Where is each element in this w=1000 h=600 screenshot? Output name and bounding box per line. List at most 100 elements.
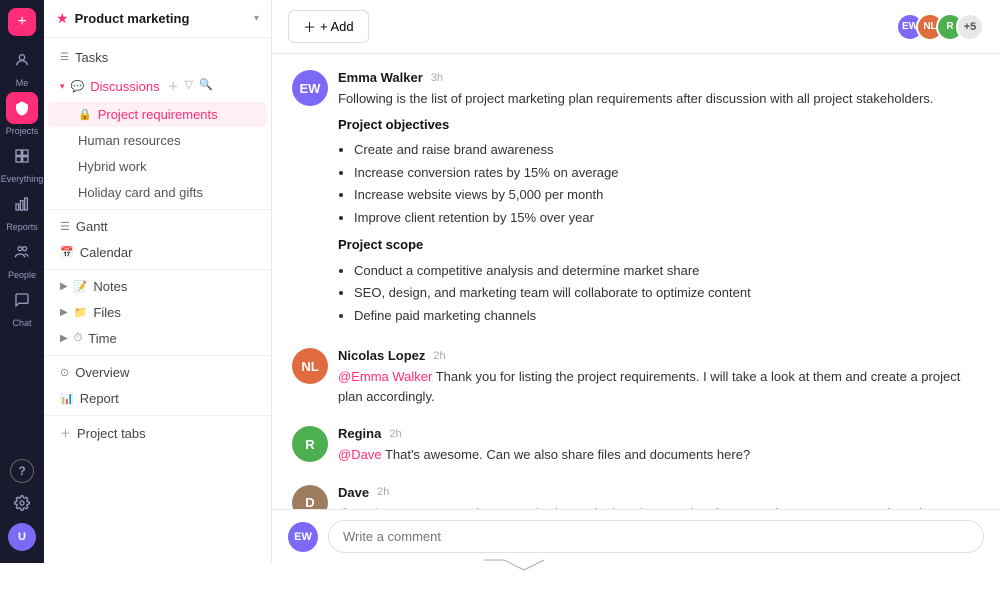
- nicolas-mention: @Emma Walker: [338, 369, 432, 384]
- people-label: People: [8, 270, 36, 280]
- files-label: Files: [93, 305, 255, 320]
- sidebar-divider-4: [44, 415, 271, 416]
- project-requirements-label: Project requirements: [98, 107, 255, 122]
- emma-header: Emma Walker 3h: [338, 70, 980, 85]
- help-icon[interactable]: ?: [10, 459, 34, 483]
- human-resources-label: Human resources: [78, 133, 255, 148]
- nicolas-avatar: NL: [292, 348, 328, 384]
- sidebar-item-holiday-card[interactable]: Holiday card and gifts: [48, 180, 267, 205]
- notes-label: Notes: [93, 279, 255, 294]
- comment-input[interactable]: [328, 520, 984, 553]
- sidebar-item-discussions[interactable]: ▾ 💬 Discussions ＋ ▽ 🔍: [48, 71, 267, 101]
- time-label: Time: [88, 331, 255, 346]
- sidebar-item-report[interactable]: 📊 Report: [48, 386, 267, 411]
- regina-avatar: R: [292, 426, 328, 462]
- chat-label: Chat: [12, 318, 31, 328]
- regina-message-text: @Dave That's awesome. Can we also share …: [338, 445, 980, 465]
- discussions-actions: ＋ ▽ 🔍: [166, 76, 215, 96]
- icon-group-me: Me: [6, 44, 38, 88]
- sidebar-divider-2: [44, 269, 271, 270]
- regina-author: Regina: [338, 426, 381, 441]
- objective-2: Increase conversion rates by 15% on aver…: [354, 163, 980, 183]
- discussions-label: Discussions: [90, 79, 159, 94]
- emma-intro: Following is the list of project marketi…: [338, 89, 980, 109]
- everything-label: Everything: [1, 174, 44, 184]
- chat-icon[interactable]: [6, 284, 38, 316]
- overview-label: Overview: [75, 365, 255, 380]
- reports-label: Reports: [6, 222, 38, 232]
- objective-4: Improve client retention by 15% over yea…: [354, 208, 980, 228]
- sidebar: ★ Product marketing ▾ ☰ Tasks ▾ 💬 Discus…: [44, 0, 272, 563]
- project-title: Product marketing: [75, 11, 248, 26]
- sidebar-item-time[interactable]: ▶ ⏱ Time: [48, 326, 267, 351]
- project-tabs-label: Project tabs: [77, 426, 255, 441]
- discussions-filter-icon[interactable]: ▽: [183, 76, 195, 96]
- holiday-card-label: Holiday card and gifts: [78, 185, 255, 200]
- nicolas-author: Nicolas Lopez: [338, 348, 425, 363]
- icon-group-chat: Chat: [6, 284, 38, 328]
- sidebar-item-notes[interactable]: ▶ 📝 Notes: [48, 274, 267, 299]
- main-header: ＋ + Add EW NL R +5: [272, 0, 1000, 54]
- settings-icon[interactable]: [6, 487, 38, 519]
- discussions-content: EW Emma Walker 3h Following is the list …: [272, 54, 1000, 509]
- lock-icon: 🔒: [78, 108, 92, 121]
- report-label: Report: [80, 391, 255, 406]
- objective-1: Create and raise brand awareness: [354, 140, 980, 160]
- icon-group-projects: Projects: [6, 92, 39, 136]
- nicolas-header: Nicolas Lopez 2h: [338, 348, 980, 363]
- sidebar-item-hybrid-work[interactable]: Hybrid work: [48, 154, 267, 179]
- sidebar-item-overview[interactable]: ⊙ Overview: [48, 360, 267, 385]
- sidebar-header: ★ Product marketing ▾: [44, 0, 271, 38]
- dave-avatar: D: [292, 485, 328, 510]
- sidebar-item-gantt[interactable]: ☰ Gantt: [48, 214, 267, 239]
- message-dave: D Dave 2h @Regina Yes we can. I have att…: [292, 485, 980, 510]
- project-objectives-heading: Project objectives: [338, 117, 449, 132]
- scope-1: Conduct a competitive analysis and deter…: [354, 261, 980, 281]
- discussions-chevron-icon: ▾: [60, 81, 65, 92]
- collaborators-avatars: EW NL R +5: [896, 13, 984, 41]
- icon-group-reports: Reports: [6, 188, 38, 232]
- emma-time: 3h: [431, 72, 443, 84]
- sidebar-item-files[interactable]: ▶ 📁 Files: [48, 300, 267, 325]
- icon-group-everything: Everything: [1, 140, 44, 184]
- sidebar-divider-1: [44, 209, 271, 210]
- regina-text: That's awesome. Can we also share files …: [385, 447, 750, 462]
- emma-author: Emma Walker: [338, 70, 423, 85]
- regina-mention: @Dave: [338, 447, 382, 462]
- add-label: + Add: [320, 19, 354, 34]
- avatar-extra-count: +5: [956, 13, 984, 41]
- project-chevron-icon[interactable]: ▾: [254, 13, 259, 24]
- everything-icon[interactable]: [6, 140, 38, 172]
- me-icon[interactable]: [6, 44, 38, 76]
- icon-group-people: People: [6, 236, 38, 280]
- sidebar-item-tasks[interactable]: ☰ Tasks: [48, 45, 267, 70]
- sidebar-item-project-tabs[interactable]: ＋ Project tabs: [48, 420, 267, 446]
- message-emma: EW Emma Walker 3h Following is the list …: [292, 70, 980, 328]
- sidebar-item-human-resources[interactable]: Human resources: [48, 128, 267, 153]
- sidebar-item-calendar[interactable]: 📅 Calendar: [48, 240, 267, 265]
- dave-header: Dave 2h: [338, 485, 980, 500]
- dave-content: Dave 2h @Regina Yes we can. I have attac…: [338, 485, 980, 510]
- scope-3: Define paid marketing channels: [354, 306, 980, 326]
- global-add-button[interactable]: +: [8, 8, 36, 36]
- user-avatar[interactable]: U: [8, 523, 36, 551]
- main-content: ＋ + Add EW NL R +5 EW Emma Walker 3h Fol…: [272, 0, 1000, 563]
- emma-avatar: EW: [292, 70, 328, 106]
- project-scope-heading: Project scope: [338, 237, 423, 252]
- reports-icon[interactable]: [6, 188, 38, 220]
- regina-content: Regina 2h @Dave That's awesome. Can we a…: [338, 426, 980, 465]
- sidebar-item-project-requirements[interactable]: 🔒 Project requirements: [48, 102, 267, 127]
- projects-label: Projects: [6, 126, 39, 136]
- people-icon[interactable]: [6, 236, 38, 268]
- discussions-add-icon[interactable]: ＋: [166, 76, 181, 96]
- add-button[interactable]: ＋ + Add: [288, 10, 369, 43]
- emma-content: Emma Walker 3h Following is the list of …: [338, 70, 980, 328]
- discussions-search-icon[interactable]: 🔍: [197, 76, 215, 96]
- me-label: Me: [16, 78, 29, 88]
- message-nicolas: NL Nicolas Lopez 2h @Emma Walker Thank y…: [292, 348, 980, 406]
- nicolas-message-text: @Emma Walker Thank you for listing the p…: [338, 367, 980, 406]
- scope-2: SEO, design, and marketing team will col…: [354, 283, 980, 303]
- sidebar-divider-3: [44, 355, 271, 356]
- projects-icon[interactable]: [6, 92, 38, 124]
- gantt-label: Gantt: [76, 219, 255, 234]
